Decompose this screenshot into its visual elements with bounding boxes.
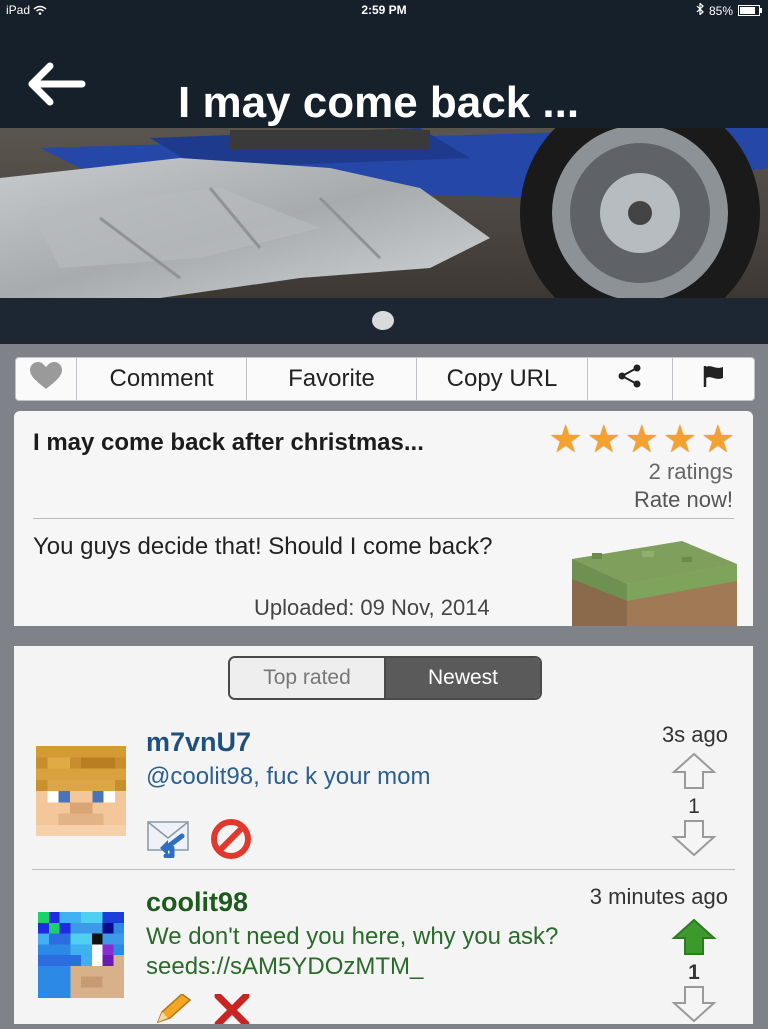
favorite-button[interactable]: Favorite	[247, 358, 417, 400]
rate-now-link[interactable]: Rate now!	[634, 487, 733, 513]
tab-newest[interactable]: Newest	[384, 658, 540, 698]
post-image[interactable]	[0, 128, 768, 298]
action-toolbar: Comment Favorite Copy URL	[15, 357, 755, 401]
post-description: You guys decide that! Should I come back…	[33, 533, 493, 560]
battery-percent: 85%	[708, 3, 733, 18]
page-dot[interactable]	[372, 311, 394, 330]
sort-segmented-control: Top rated Newest	[228, 656, 542, 700]
star-icon[interactable]: ★	[549, 421, 583, 459]
status-time: 2:59 PM	[361, 3, 407, 17]
avatar[interactable]	[33, 912, 129, 1002]
comment-text-line: seeds://sAM5YDOzMTM_	[146, 953, 424, 980]
post-title: I may come back after christmas...	[33, 429, 424, 456]
copy-url-button[interactable]: Copy URL	[417, 358, 588, 400]
comment-button[interactable]: Comment	[77, 358, 247, 400]
grass-block-icon	[562, 539, 742, 626]
comment-time: 3s ago	[661, 722, 728, 747]
comment-time: 3 minutes ago	[589, 884, 728, 909]
image-pager	[0, 298, 768, 344]
post-details-card: I may come back after christmas... ★ ★ ★…	[14, 411, 753, 626]
report-button[interactable]	[673, 358, 754, 400]
flag-icon	[701, 364, 727, 395]
ratings-count: 2 ratings	[648, 459, 733, 484]
comment-text: @coolit98, fuc k your mom	[146, 763, 431, 790]
share-button[interactable]	[588, 358, 673, 400]
nav-bar: I may come back ...	[0, 20, 768, 128]
comments-panel: Top rated Newest m7vnU7 @coolit98, fuc k…	[14, 646, 753, 1028]
like-button[interactable]	[16, 358, 77, 400]
avatar[interactable]	[33, 746, 129, 836]
comment-text-line: We don't need you here, why you ask?	[146, 923, 559, 950]
downvote-arrow-icon[interactable]	[671, 985, 717, 1028]
status-right: 85%	[696, 2, 762, 18]
divider	[32, 869, 735, 870]
comment-username[interactable]: m7vnU7	[146, 727, 251, 758]
upload-date: Uploaded: 09 Nov, 2014	[254, 595, 490, 620]
status-bar: iPad 2:59 PM 85%	[0, 0, 768, 20]
star-icon[interactable]: ★	[701, 421, 735, 459]
rating-stars[interactable]: ★ ★ ★ ★ ★	[549, 421, 735, 459]
star-icon[interactable]: ★	[587, 421, 621, 459]
vote-count: 1	[688, 961, 700, 984]
downvote-arrow-icon[interactable]	[671, 819, 717, 862]
vote-controls: 1	[671, 752, 717, 862]
upvote-arrow-icon[interactable]	[671, 752, 717, 795]
reply-mail-icon[interactable]	[146, 818, 192, 863]
back-arrow-icon[interactable]	[28, 62, 88, 106]
comment-username[interactable]: coolit98	[146, 887, 248, 918]
upvote-arrow-icon[interactable]	[671, 918, 717, 961]
divider	[33, 518, 734, 519]
star-icon[interactable]: ★	[663, 421, 697, 459]
comment-text: We don't need you here, why you ask? see…	[146, 922, 558, 982]
heart-icon	[28, 361, 64, 398]
vote-controls: 1	[671, 918, 717, 1028]
share-icon	[617, 364, 643, 395]
page-title: I may come back ...	[178, 78, 580, 127]
vote-count: 1	[688, 795, 700, 818]
tab-top-rated[interactable]: Top rated	[230, 658, 384, 698]
star-icon[interactable]: ★	[625, 421, 659, 459]
battery-icon	[738, 5, 762, 16]
block-icon[interactable]	[210, 818, 252, 865]
bluetooth-icon	[696, 2, 704, 18]
